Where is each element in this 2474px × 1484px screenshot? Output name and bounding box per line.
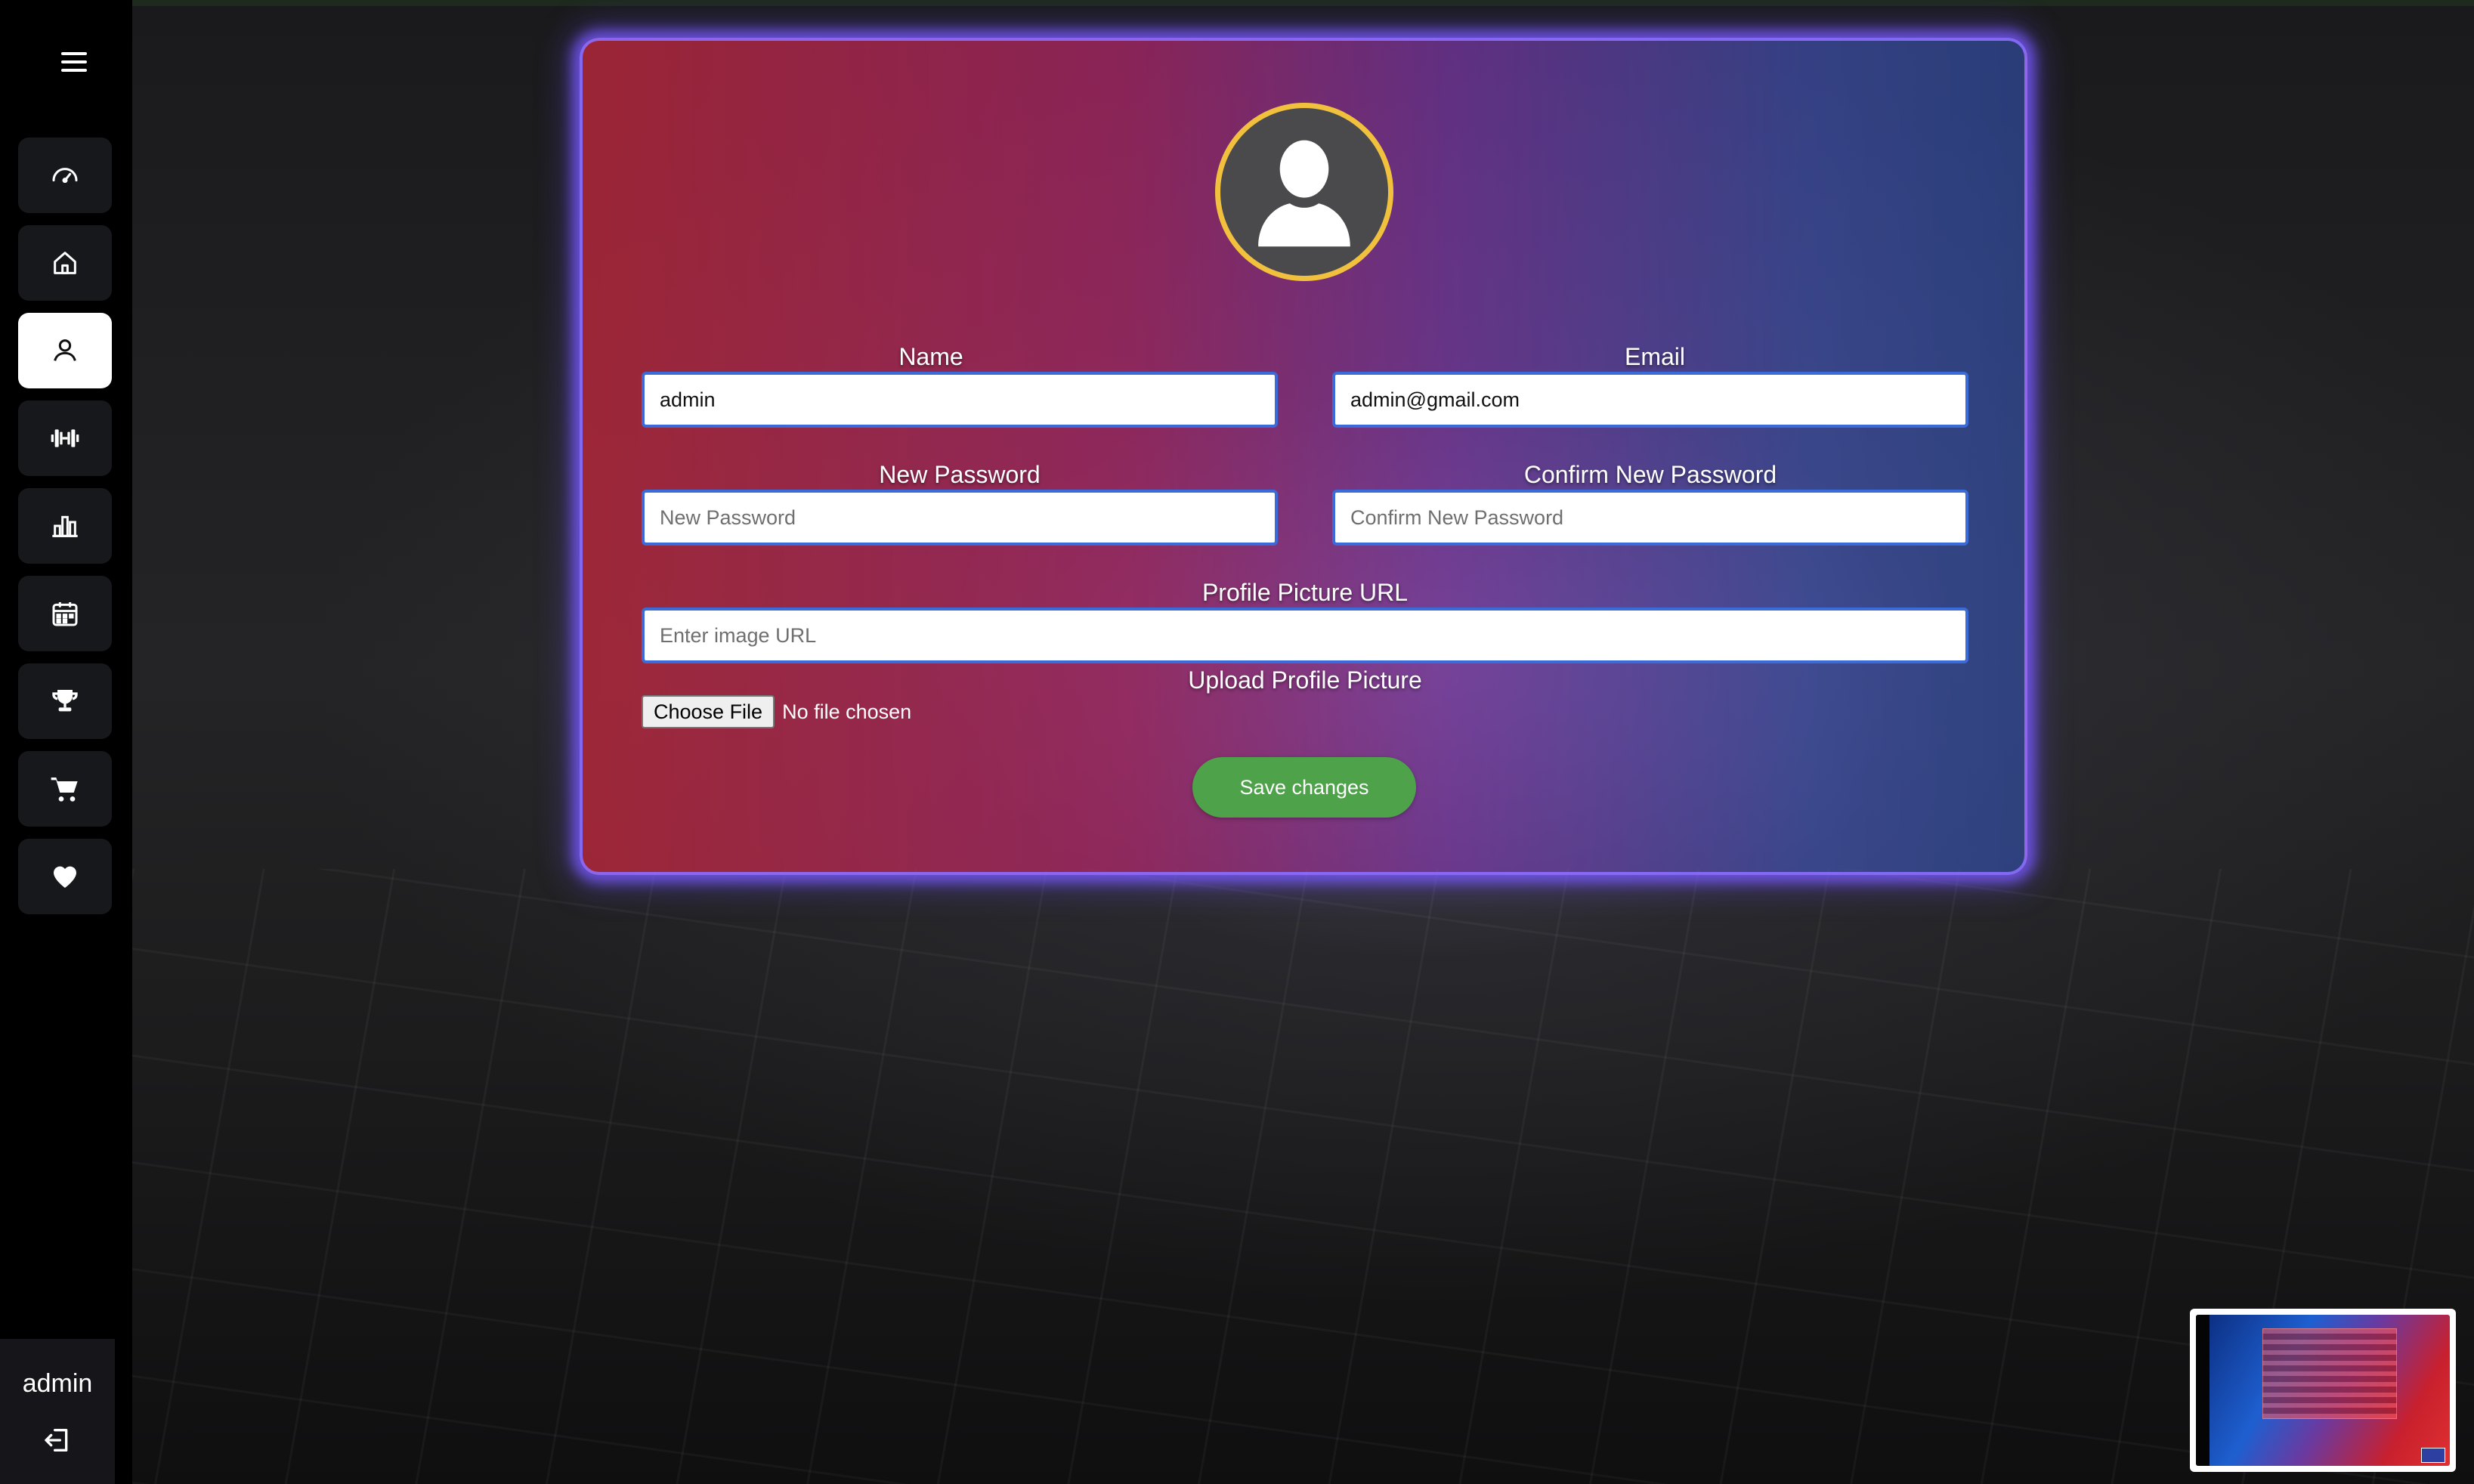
sidebar-item-workouts[interactable] (18, 400, 112, 476)
upload-picture-label: Upload Profile Picture (1188, 666, 1422, 694)
sidebar-item-achievements[interactable] (18, 663, 112, 739)
cart-icon (51, 778, 78, 802)
sidebar-item-stats[interactable] (18, 488, 112, 564)
user-icon (54, 339, 76, 361)
home-icon (54, 252, 76, 274)
window-top-strip (0, 0, 2474, 6)
sidebar-username: admin (22, 1369, 93, 1398)
sidebar-item-shop[interactable] (18, 751, 112, 827)
profile-card: Name Email New Password Confirm New Pass… (580, 38, 2027, 875)
sidebar-nav (18, 138, 112, 914)
file-status-text: No file chosen (782, 700, 912, 723)
bar-chart-icon (52, 515, 78, 537)
sidebar-item-home[interactable] (18, 225, 112, 301)
save-changes-button[interactable]: Save changes (1192, 757, 1416, 818)
sidebar-item-favorites[interactable] (18, 839, 112, 914)
name-label: Name (898, 343, 963, 370)
sidebar: admin (0, 0, 132, 1484)
sidebar-item-dashboard[interactable] (18, 138, 112, 213)
sidebar-item-profile[interactable] (18, 313, 112, 388)
thumbnail-sidebar (2196, 1315, 2210, 1466)
window-thumbnail-preview[interactable] (2190, 1309, 2456, 1472)
calendar-icon (52, 602, 78, 626)
file-upload: Choose File No file chosen (642, 695, 911, 728)
confirm-password-label: Confirm New Password (1523, 461, 1777, 488)
menu-toggle-button[interactable] (45, 38, 103, 86)
email-label: Email (1624, 343, 1685, 370)
logout-icon (45, 1429, 68, 1452)
name-input[interactable] (642, 372, 1278, 428)
choose-file-button[interactable]: Choose File (642, 695, 775, 728)
thumbnail-table (2262, 1328, 2397, 1419)
user-silhouette-icon (1258, 140, 1350, 247)
sidebar-user-panel: admin (0, 1339, 115, 1484)
picture-url-label: Profile Picture URL (1201, 579, 1409, 606)
confirm-password-input[interactable] (1332, 490, 1968, 546)
new-password-label: New Password (879, 461, 1041, 488)
picture-url-input[interactable] (642, 608, 1968, 663)
hamburger-icon (61, 52, 87, 72)
dumbbell-icon (51, 429, 79, 447)
new-password-input[interactable] (642, 490, 1278, 546)
background-floor (132, 869, 2474, 1484)
sidebar-item-calendar[interactable] (18, 576, 112, 651)
heart-icon (54, 866, 76, 888)
thumbnail-image (2196, 1315, 2450, 1466)
thumbnail-badge (2421, 1448, 2445, 1463)
email-input[interactable] (1332, 372, 1968, 428)
logout-button[interactable] (39, 1422, 76, 1458)
trophy-icon (52, 690, 78, 712)
profile-avatar (1215, 103, 1393, 281)
speedometer-icon (52, 168, 78, 184)
